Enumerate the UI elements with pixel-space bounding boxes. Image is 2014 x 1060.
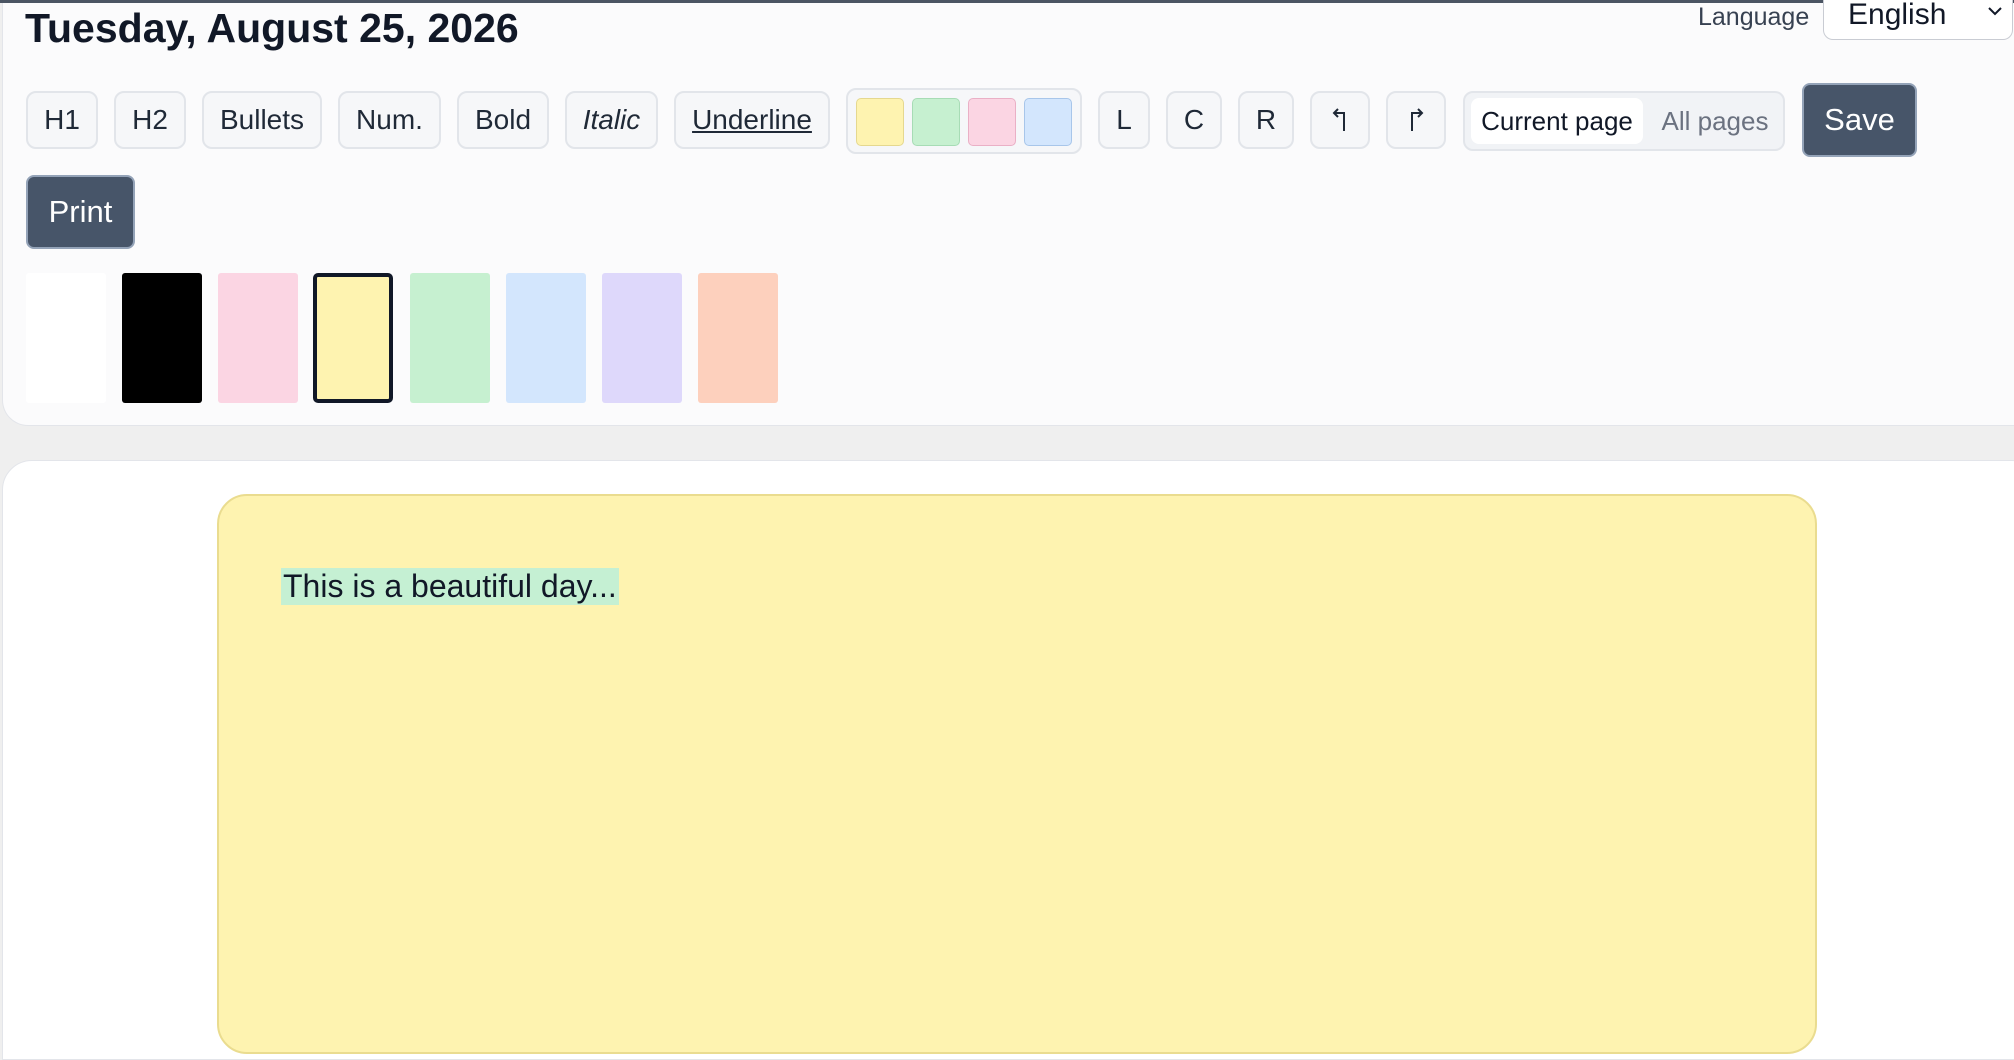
redo-icon — [1411, 108, 1424, 131]
heading-2-button[interactable]: H2 — [114, 91, 186, 149]
page-color-yellow-swatch[interactable] — [313, 273, 393, 403]
language-select-value: English — [1848, 0, 1947, 31]
underline-button[interactable]: Underline — [674, 91, 830, 149]
page-color-pink-swatch[interactable] — [218, 273, 298, 403]
page-date-title: Tuesday, August 25, 2026 — [25, 5, 519, 51]
note-text[interactable]: This is a beautiful day... — [281, 568, 619, 605]
highlight-pink-swatch[interactable] — [968, 98, 1016, 146]
print-button[interactable]: Print — [26, 175, 135, 249]
highlight-green-swatch[interactable] — [912, 98, 960, 146]
language-label: Language — [1698, 3, 1810, 31]
bold-button[interactable]: Bold — [457, 91, 549, 149]
page-color-blue-swatch[interactable] — [506, 273, 586, 403]
redo-button[interactable] — [1386, 91, 1446, 149]
language-select[interactable]: English — [1823, 0, 2013, 40]
align-left-button[interactable]: L — [1098, 91, 1150, 149]
page-color-black-swatch[interactable] — [122, 273, 202, 403]
highlight-color-group — [846, 88, 1082, 154]
bullets-button[interactable]: Bullets — [202, 91, 322, 149]
undo-button[interactable] — [1310, 91, 1370, 149]
current-page-option[interactable]: Current page — [1471, 98, 1643, 144]
align-right-button[interactable]: R — [1238, 91, 1294, 149]
save-button[interactable]: Save — [1802, 83, 1917, 157]
page-color-green-swatch[interactable] — [410, 273, 490, 403]
page-scope-toggle: Current page All pages — [1463, 91, 1785, 151]
page-color-purple-swatch[interactable] — [602, 273, 682, 403]
all-pages-option[interactable]: All pages — [1651, 98, 1779, 144]
chevron-down-icon — [1988, 7, 2002, 16]
toolbar-panel — [2, 3, 2014, 426]
align-center-button[interactable]: C — [1166, 91, 1222, 149]
italic-button[interactable]: Italic — [565, 91, 658, 149]
heading-1-button[interactable]: H1 — [26, 91, 98, 149]
highlight-blue-swatch[interactable] — [1024, 98, 1072, 146]
undo-icon — [1332, 108, 1345, 131]
numbered-list-button[interactable]: Num. — [338, 91, 441, 149]
page-color-peach-swatch[interactable] — [698, 273, 778, 403]
highlight-yellow-swatch[interactable] — [856, 98, 904, 146]
page-color-white-swatch[interactable] — [26, 273, 106, 403]
